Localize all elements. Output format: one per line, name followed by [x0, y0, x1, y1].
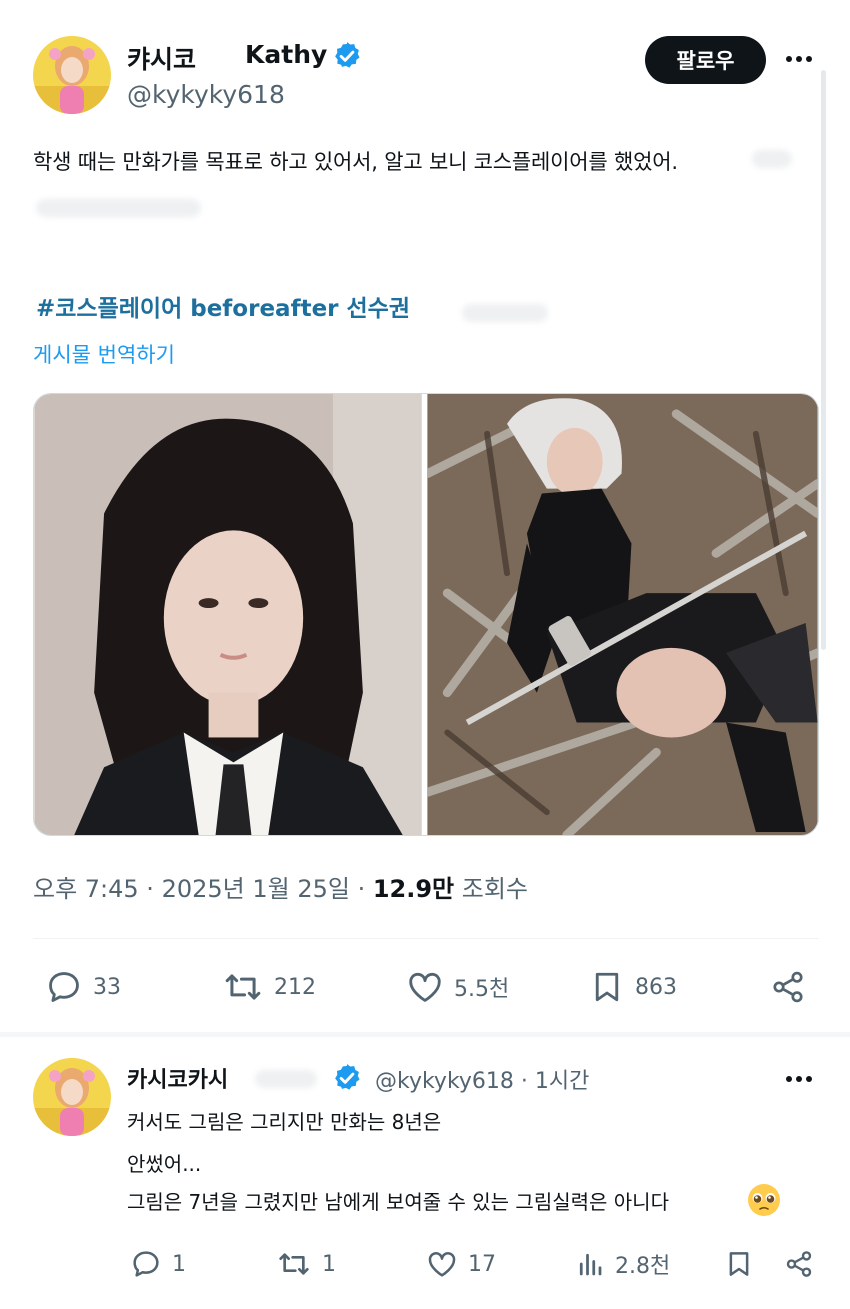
more-options-icon[interactable]: [786, 56, 812, 62]
reply-like-count: 17: [468, 1251, 496, 1277]
scrollbar[interactable]: [821, 70, 826, 650]
reply-author-avatar[interactable]: [33, 1058, 111, 1136]
reply-reply-count: 1: [172, 1251, 186, 1277]
share-icon: [773, 971, 803, 1003]
section-separator: [0, 1032, 850, 1037]
reply-text-line: 그림은 7년을 그렸지만 남에게 보여줄 수 있는 그림실력은 아니다: [127, 1190, 669, 1214]
retweet-icon: [279, 1253, 309, 1275]
heart-icon: [409, 972, 441, 1002]
author-avatar[interactable]: [33, 36, 111, 114]
reply-retweet-button[interactable]: 1: [276, 1248, 336, 1280]
retweet-icon: [225, 974, 261, 1000]
tweet-text: 학생 때는 만화가를 목표로 하고 있어서, 알고 보니 코스플레이어를 했었어…: [33, 150, 678, 174]
reply-count: 33: [93, 974, 121, 1000]
avatar-image: [33, 36, 111, 114]
reply-views-button[interactable]: 2.8천: [575, 1248, 670, 1280]
reply-text-line: 안썼어...: [127, 1152, 202, 1176]
retweet-button[interactable]: 212: [222, 968, 316, 1006]
before-photo[interactable]: [34, 394, 422, 835]
reply-more-options-icon[interactable]: [786, 1076, 812, 1082]
reply-icon: [49, 972, 79, 1002]
follow-button[interactable]: 팔로우: [645, 36, 766, 84]
blurred-text-line: [36, 199, 201, 217]
heart-icon: [428, 1252, 456, 1277]
pleading-face-emoji-icon: [748, 1184, 780, 1216]
divider: [33, 938, 819, 939]
reply-display-name[interactable]: 카시코카시: [127, 1062, 228, 1094]
tweet-media[interactable]: [33, 393, 819, 836]
bookmark-icon: [729, 1252, 749, 1276]
bookmark-icon: [595, 972, 619, 1002]
translate-post-link[interactable]: 게시물 번역하기: [33, 339, 175, 369]
hashtag-link[interactable]: #코스플레이어 beforeafter 선수권: [36, 289, 410, 323]
blurred-text-line: [462, 304, 548, 322]
tweet-timestamp: 오후 7:45 · 2025년 1월 25일 · 12.9만 조회수: [33, 869, 528, 904]
share-button[interactable]: [770, 968, 806, 1006]
reply-retweet-count: 1: [322, 1251, 336, 1277]
author-handle[interactable]: @kykyky618: [127, 80, 285, 109]
reply-reply-button[interactable]: 1: [130, 1248, 186, 1280]
avatar-image: [33, 1058, 111, 1136]
views-count: 12.9만: [372, 875, 455, 903]
views-label: 조회수: [454, 875, 529, 903]
blurred-text-line: [255, 1070, 317, 1088]
like-count: 5.5천: [454, 977, 510, 1002]
reply-bookmark-button[interactable]: [724, 1248, 754, 1280]
retweet-count: 212: [274, 974, 316, 1000]
reply-icon: [133, 1251, 159, 1277]
reply-text-line: 커서도 그림은 그리지만 만화는 8년은: [127, 1110, 442, 1134]
verified-badge-icon: [335, 42, 360, 68]
reply-share-button[interactable]: [784, 1248, 814, 1280]
bookmark-count: 863: [635, 974, 677, 1000]
after-photo[interactable]: [427, 394, 818, 835]
verified-badge-icon: [335, 1064, 360, 1090]
reply-handle-time[interactable]: @kykyky618 · 1시간: [375, 1063, 589, 1095]
reply-like-button[interactable]: 17: [426, 1248, 496, 1280]
bookmark-button[interactable]: 863: [589, 968, 677, 1006]
like-button[interactable]: 5.5천: [406, 968, 509, 1006]
timestamp-text[interactable]: 오후 7:45 · 2025년 1월 25일 ·: [33, 875, 373, 903]
blurred-text-line: [752, 150, 792, 168]
reply-button[interactable]: 33: [45, 968, 121, 1006]
author-display-name-latin[interactable]: Kathy: [245, 40, 327, 69]
share-icon: [786, 1251, 812, 1277]
reply-views-count: 2.8천: [615, 1254, 671, 1279]
analytics-icon: [579, 1253, 602, 1276]
author-display-name[interactable]: 캬시코: [127, 40, 196, 76]
